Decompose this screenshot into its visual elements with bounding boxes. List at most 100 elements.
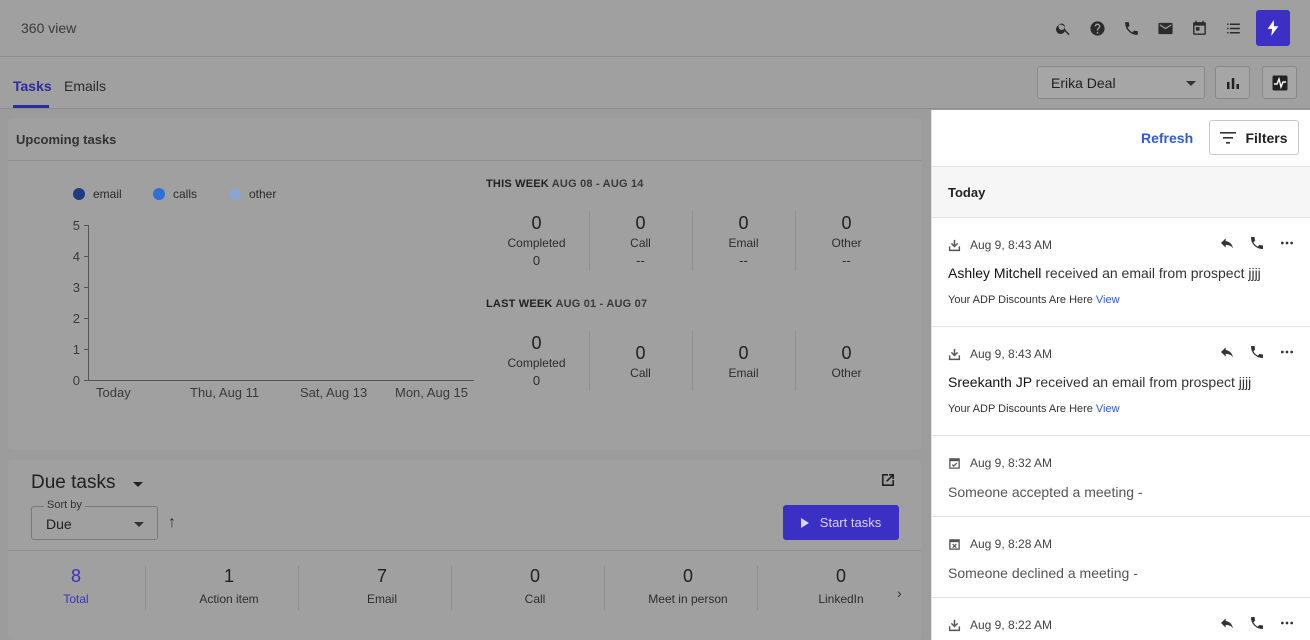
more-options-icon[interactable] — [1279, 344, 1295, 360]
bar-chart-icon — [1226, 77, 1239, 89]
activity-panel-header: Refresh Filters — [932, 110, 1310, 167]
search-icon[interactable] — [1046, 10, 1080, 46]
reply-icon[interactable] — [1219, 615, 1235, 631]
this-week-heading: THIS WEEK AUG 08 - AUG 14 — [486, 178, 644, 190]
y-tick-mark — [84, 380, 88, 381]
this-week-stat-completed: 0 Completed 0 — [485, 213, 588, 268]
phone-icon[interactable] — [1249, 235, 1265, 251]
count-call[interactable]: 0 Call — [465, 566, 605, 606]
tasks-icon[interactable] — [1216, 10, 1250, 46]
count-value: 0 — [529, 566, 540, 586]
active-tab-indicator — [13, 105, 49, 108]
activity-description: Someone accepted a meeting - — [948, 484, 1143, 500]
top-icon-group — [1046, 10, 1290, 46]
upcoming-tasks-title: Upcoming tasks — [16, 132, 117, 147]
activity-time-text: Aug 9, 8:28 AM — [970, 537, 1053, 551]
more-options-icon[interactable] — [1279, 235, 1295, 251]
help-icon[interactable] — [1080, 10, 1114, 46]
more-options-icon[interactable] — [1279, 615, 1295, 631]
stat-sub: 0 — [532, 253, 541, 268]
activity-time: Aug 9, 8:32 AM — [948, 456, 1052, 470]
this-week-stat-other: 0 Other -- — [795, 213, 898, 268]
last-week-range: AUG 01 - AUG 07 — [555, 298, 648, 310]
activity-item[interactable]: Aug 9, 8:32 AM Someone accepted a meetin… — [932, 436, 1310, 517]
activity-text: Someone accepted a meeting - — [948, 484, 1143, 500]
legend-item-calls: calls — [153, 187, 197, 201]
count-action-item[interactable]: 1 Action item — [159, 566, 299, 606]
stat-label: Completed — [507, 236, 566, 250]
count-total[interactable]: 8 Total — [6, 566, 146, 606]
view-link[interactable]: View — [1096, 294, 1120, 306]
activity-time: Aug 9, 8:43 AM — [948, 238, 1052, 252]
activity-time-text: Aug 9, 8:22 AM — [970, 618, 1053, 632]
phone-icon[interactable] — [1249, 344, 1265, 360]
activity-description: received an email from prospect jjjj — [1041, 265, 1261, 281]
count-label: Meet in person — [648, 592, 728, 606]
activity-panel: Refresh Filters Today Aug 9, 8:43 AM Ash… — [931, 110, 1310, 640]
tab-emails[interactable]: Emails — [64, 78, 106, 94]
top-bar: 360 view — [0, 0, 1310, 57]
calendar-declined-icon — [949, 538, 960, 550]
stat-value: 0 — [738, 213, 749, 233]
upcoming-tasks-card: Upcoming tasks email calls other 5 4 3 2… — [8, 118, 921, 450]
last-week-stat-completed: 0 Completed 0 — [485, 333, 588, 388]
activity-person[interactable]: Ashley Mitchell — [948, 265, 1041, 281]
filters-label: Filters — [1245, 129, 1288, 146]
count-value: 1 — [223, 566, 234, 586]
section-title: Today — [948, 185, 986, 200]
chevron-right-icon[interactable]: › — [897, 585, 902, 601]
y-tick-label: 3 — [72, 280, 80, 295]
stat-label: Other — [831, 366, 862, 380]
phone-icon[interactable] — [1249, 615, 1265, 631]
due-tasks-title: Due tasks — [31, 472, 116, 493]
stat-value: 0 — [738, 343, 749, 363]
count-label: Email — [366, 592, 397, 606]
stat-sub: -- — [636, 253, 645, 268]
tab-tasks[interactable]: Tasks — [13, 78, 52, 94]
activity-subject: Your ADP Discounts Are Here View — [948, 294, 1120, 306]
stat-label: Call — [630, 366, 651, 380]
count-email[interactable]: 7 Email — [312, 566, 452, 606]
filters-button[interactable]: Filters — [1209, 120, 1299, 155]
refresh-link[interactable]: Refresh — [1141, 130, 1193, 146]
activity-item[interactable]: Aug 9, 8:28 AM Someone declined a meetin… — [932, 517, 1310, 598]
activity-item[interactable]: Aug 9, 8:43 AM Sreekanth JP received an … — [932, 327, 1310, 436]
chart-view-button[interactable] — [1215, 66, 1250, 99]
chevron-down-icon — [134, 522, 144, 527]
y-tick-mark — [84, 225, 88, 226]
activity-actions — [1205, 344, 1295, 360]
reply-icon[interactable] — [1219, 344, 1235, 360]
reply-icon[interactable] — [1219, 235, 1235, 251]
count-linkedin[interactable]: 0 LinkedIn — [771, 566, 911, 606]
deal-select[interactable]: Erika Deal — [1037, 66, 1205, 99]
calendar-icon[interactable] — [1182, 10, 1216, 46]
activity-icon — [1272, 75, 1287, 90]
mail-icon[interactable] — [1148, 10, 1182, 46]
count-meet-in-person[interactable]: 0 Meet in person — [618, 566, 758, 606]
filter-icon — [1220, 131, 1237, 144]
activity-actions — [1205, 615, 1295, 631]
chart-y-axis — [88, 225, 89, 381]
activity-item[interactable]: Aug 9, 8:43 AM Ashley Mitchell received … — [932, 218, 1310, 327]
open-external-icon[interactable] — [879, 471, 897, 489]
this-week-range: AUG 08 - AUG 14 — [551, 178, 644, 190]
activity-item[interactable]: Aug 9, 8:22 AM — [932, 598, 1310, 640]
activity-description: received an email from prospect jjjj — [1031, 374, 1252, 390]
view-link[interactable]: View — [1096, 403, 1120, 415]
activity-text: Ashley Mitchell received an email from p… — [948, 265, 1261, 281]
bolt-button[interactable] — [1256, 10, 1290, 46]
sort-direction-arrow-up-icon[interactable]: ↑ — [168, 514, 176, 532]
activity-time-text: Aug 9, 8:43 AM — [970, 347, 1053, 361]
email-subject: Your ADP Discounts Are Here — [948, 294, 1093, 306]
last-week-stat-call: 0 Call — [589, 343, 692, 380]
start-tasks-button[interactable]: Start tasks — [783, 505, 899, 540]
sort-label: Sort by — [44, 499, 85, 511]
play-icon — [800, 517, 809, 528]
y-tick-mark — [84, 349, 88, 350]
activity-view-button[interactable] — [1262, 66, 1297, 99]
sort-select[interactable]: Sort by Due — [31, 499, 158, 540]
due-tasks-dropdown[interactable]: Due tasks — [31, 472, 143, 494]
phone-icon[interactable] — [1114, 10, 1148, 46]
activity-person[interactable]: Sreekanth JP — [948, 374, 1032, 390]
last-week-stat-email: 0 Email — [692, 343, 795, 380]
